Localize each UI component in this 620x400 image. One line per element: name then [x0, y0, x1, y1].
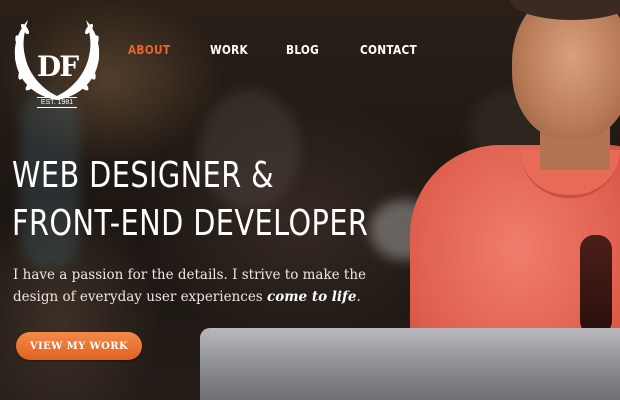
- nav-work[interactable]: WORK: [210, 43, 248, 57]
- nav-blog[interactable]: BLOG: [286, 43, 319, 57]
- hero-photo-head: [512, 0, 620, 140]
- nav-about[interactable]: ABOUT: [128, 43, 170, 57]
- view-my-work-button[interactable]: VIEW MY WORK: [16, 332, 142, 360]
- hero-photo-sunglasses: [580, 235, 612, 335]
- tagline-end: .: [356, 289, 361, 305]
- tagline-emphasis: come to life: [267, 289, 357, 305]
- logo-established: EST. 1981: [37, 97, 77, 108]
- nav-contact[interactable]: CONTACT: [360, 43, 417, 57]
- headline-line-2: FRONT-END DEVELOPER: [12, 203, 369, 244]
- hero-tagline: I have a passion for the details. I stri…: [13, 264, 393, 308]
- headline-line-1: WEB DESIGNER &: [12, 155, 275, 196]
- logo-monogram: DF: [36, 50, 79, 83]
- site-logo[interactable]: DF EST. 1981: [10, 12, 104, 110]
- hero-photo-laptop: [200, 328, 620, 400]
- hero-headline: WEB DESIGNER & FRONT-END DEVELOPER: [12, 152, 368, 248]
